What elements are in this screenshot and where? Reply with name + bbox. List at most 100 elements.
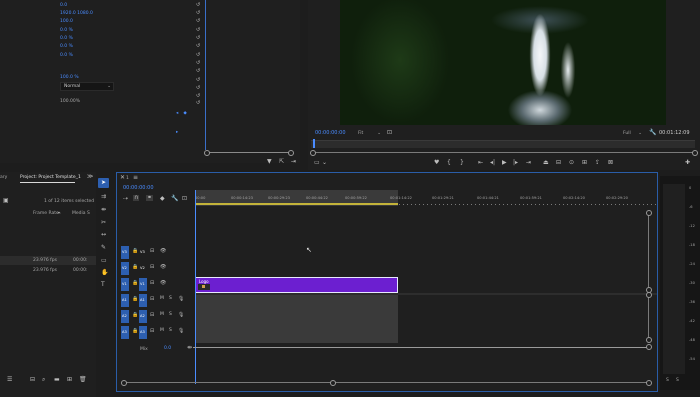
ec-param-value[interactable]: 0.0 % bbox=[60, 36, 73, 41]
rectangle-icon[interactable]: ▭ bbox=[101, 258, 107, 264]
reset-parameter-icon[interactable]: ↺ bbox=[196, 60, 200, 66]
panel-menu-icon[interactable]: ≡ bbox=[133, 175, 138, 181]
track-name-box[interactable]: A2 bbox=[139, 310, 147, 323]
playhead-line[interactable] bbox=[195, 190, 196, 384]
ec-scroll-handle-right[interactable] bbox=[288, 150, 294, 156]
mute-icon[interactable]: M bbox=[160, 296, 164, 302]
blend-mode-dropdown[interactable]: Normal ⌄ bbox=[60, 82, 114, 91]
panel-menu-icon[interactable]: ⇥ bbox=[291, 159, 296, 165]
microphone-icon[interactable]: 🎙 bbox=[178, 312, 184, 318]
sync-lock-icon[interactable]: ⊟ bbox=[150, 328, 154, 334]
hand-icon[interactable]: ✋ bbox=[101, 270, 108, 276]
lock-icon[interactable]: 🔒 bbox=[132, 328, 138, 334]
time-remap-value[interactable]: 100.00% bbox=[60, 99, 80, 104]
reset-parameter-icon[interactable]: ↺ bbox=[196, 18, 200, 24]
program-zoom-handle-left[interactable] bbox=[310, 150, 316, 156]
step-forward-icon[interactable]: |▸ bbox=[513, 160, 518, 166]
eye-icon[interactable]: 👁 bbox=[160, 264, 166, 270]
track-area[interactable]: Logo bbox=[195, 206, 657, 346]
column-media-start[interactable]: Media S bbox=[72, 211, 90, 216]
export-frame-icon[interactable]: ⇱ bbox=[279, 159, 284, 165]
slip-icon[interactable]: ↔ bbox=[101, 232, 106, 238]
ec-param-value[interactable]: 100.0 bbox=[60, 19, 73, 24]
solo-right[interactable]: S bbox=[676, 378, 679, 383]
settings-icon[interactable]: ⊡ bbox=[387, 130, 392, 136]
lock-icon[interactable]: 🔒 bbox=[132, 312, 138, 318]
track-name-box[interactable]: A1 bbox=[139, 294, 147, 307]
mute-icon[interactable]: M bbox=[160, 328, 164, 334]
mark-in-icon[interactable]: { bbox=[447, 160, 451, 166]
opacity-value[interactable]: 100.0 % bbox=[60, 75, 79, 80]
program-zoom-bar[interactable] bbox=[312, 152, 698, 153]
program-timecode[interactable]: 00:00:00:00 bbox=[315, 131, 346, 136]
sort-ascending-icon[interactable]: ⏶ bbox=[57, 211, 61, 216]
video-clip[interactable]: Logo bbox=[195, 277, 398, 293]
solo-icon[interactable]: S bbox=[169, 328, 172, 334]
program-scrubber[interactable] bbox=[311, 140, 695, 148]
track-name-box[interactable]: V3 bbox=[139, 246, 147, 259]
reset-parameter-icon[interactable]: ↺ bbox=[196, 10, 200, 16]
track-select-icon[interactable]: ⇉ bbox=[101, 194, 106, 200]
add-marker-icon[interactable]: ◆ bbox=[160, 196, 165, 202]
mark-out-icon[interactable]: } bbox=[460, 160, 464, 166]
reset-parameter-icon[interactable]: ↺ bbox=[196, 27, 200, 33]
timeline-v-scroll[interactable] bbox=[648, 211, 649, 291]
go-to-out-icon[interactable]: ⇥ bbox=[526, 160, 531, 166]
quality-dropdown[interactable]: Full ⌄ bbox=[622, 130, 642, 136]
program-zoom-handle-right[interactable] bbox=[692, 150, 698, 156]
zoom-handle-mid[interactable] bbox=[330, 380, 336, 386]
eye-icon[interactable]: 👁 bbox=[160, 280, 166, 286]
ripple-edit-icon[interactable]: ⇹ bbox=[101, 207, 106, 213]
next-keyframe-icon[interactable]: ▸ bbox=[176, 130, 178, 135]
captions-icon[interactable]: ⊡ bbox=[182, 196, 187, 202]
ec-scroll-handle-left[interactable] bbox=[204, 150, 210, 156]
v-scroll-handle-top[interactable] bbox=[646, 210, 652, 216]
tab-sequence[interactable]: 1 bbox=[126, 176, 129, 181]
ec-param-value[interactable]: 1920.0 1080.0 bbox=[60, 11, 93, 16]
nest-icon[interactable]: ⇢ bbox=[123, 196, 128, 202]
lock-icon[interactable]: 🔒 bbox=[132, 280, 138, 286]
reset-parameter-icon[interactable]: ↺ bbox=[196, 77, 200, 83]
program-playhead[interactable] bbox=[313, 139, 315, 148]
mix-out-icon[interactable]: ⇹ bbox=[187, 345, 192, 351]
add-button-icon[interactable]: ✚ bbox=[685, 160, 690, 166]
mix-value[interactable]: 0.0 bbox=[164, 346, 171, 351]
reset-parameter-icon[interactable]: ↺ bbox=[196, 52, 200, 58]
trash-icon[interactable]: 🗑 bbox=[79, 377, 87, 383]
chevron-down-icon[interactable]: ⌄ bbox=[322, 160, 327, 166]
sync-lock-icon[interactable]: ⊟ bbox=[150, 248, 154, 254]
panel-menu-icon[interactable]: ≫ bbox=[87, 174, 93, 180]
ec-zoom-scrollbar[interactable] bbox=[206, 152, 292, 153]
type-icon[interactable]: T bbox=[101, 282, 105, 288]
extract-icon[interactable]: ⊟ bbox=[556, 160, 561, 166]
marker-icon[interactable]: ♥ bbox=[434, 160, 439, 166]
wrench-icon[interactable]: 🔧 bbox=[171, 196, 178, 202]
reset-parameter-icon[interactable]: ↺ bbox=[196, 43, 200, 49]
a-scroll-track[interactable] bbox=[648, 294, 649, 340]
solo-icon[interactable]: S bbox=[169, 312, 172, 318]
go-to-in-icon[interactable]: ⇤ bbox=[478, 160, 483, 166]
pen-icon[interactable]: ✎ bbox=[101, 245, 106, 251]
vr-icon[interactable]: ⊠ bbox=[608, 160, 613, 166]
zoom-handle-left[interactable] bbox=[121, 380, 127, 386]
share-icon[interactable]: ⇪ bbox=[595, 160, 600, 166]
wrench-icon[interactable]: 🔧 bbox=[649, 130, 656, 136]
comparison-view-icon[interactable]: ⊞ bbox=[582, 160, 587, 166]
step-back-icon[interactable]: ◂| bbox=[490, 160, 495, 166]
reset-parameter-icon[interactable]: ↺ bbox=[196, 85, 200, 91]
microphone-icon[interactable]: 🎙 bbox=[178, 296, 184, 302]
find-icon[interactable]: ⌕ bbox=[42, 377, 45, 383]
reset-parameter-icon[interactable]: ↺ bbox=[196, 93, 200, 99]
track-patch[interactable]: A3 bbox=[121, 326, 129, 339]
track-name-box[interactable]: A3 bbox=[139, 326, 147, 339]
time-ruler[interactable]: 00:00 00:00:14:23 00:00:29:23 00:00:44:22 00… bbox=[195, 190, 657, 206]
track-name-box[interactable]: V2 bbox=[139, 262, 147, 275]
eye-icon[interactable]: 👁 bbox=[160, 248, 166, 254]
ec-param-value[interactable]: 0.0 % bbox=[60, 44, 73, 49]
lock-icon[interactable]: 🔒 bbox=[132, 248, 138, 254]
tab-project[interactable]: Project: Project Template_1 bbox=[20, 175, 81, 180]
track-patch[interactable]: V1 bbox=[121, 278, 129, 291]
keyframe-nav[interactable]: ◂ ◆ ▸ bbox=[176, 99, 192, 135]
export-frame-icon[interactable]: ⊙ bbox=[569, 160, 574, 166]
sync-lock-icon[interactable]: ⊟ bbox=[150, 280, 154, 286]
